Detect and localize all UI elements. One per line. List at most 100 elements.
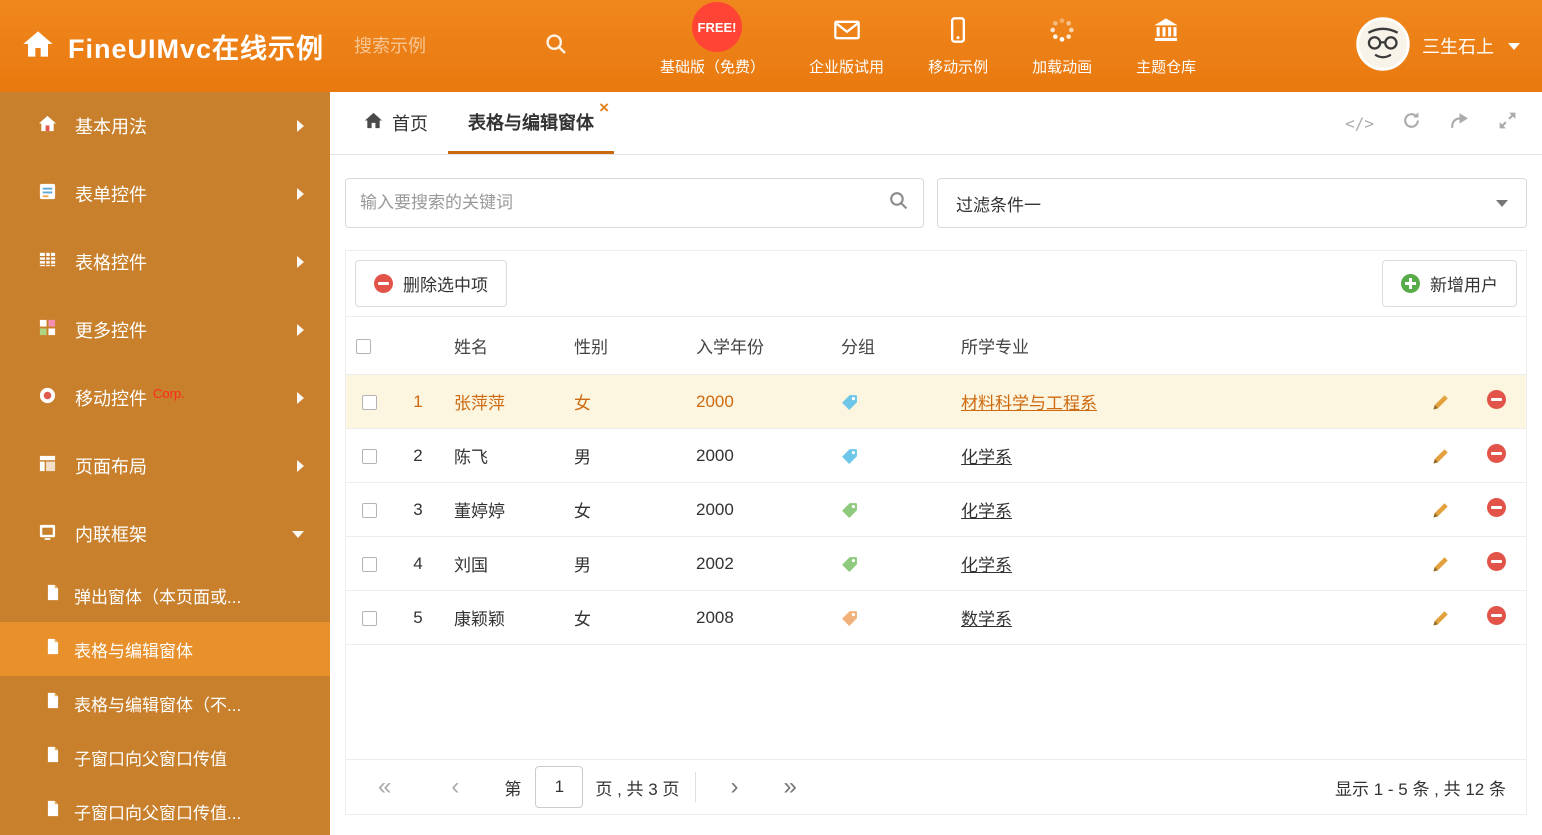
sidebar-subitem-grid-edit-window-2[interactable]: 表格与编辑窗体（不... <box>0 676 330 730</box>
table-row[interactable]: 5 康颖颖 女 2008 数学系 <box>346 590 1526 645</box>
chevron-right-icon <box>297 324 304 336</box>
tab-grid-edit-window[interactable]: 表格与编辑窗体 × <box>448 92 614 154</box>
delete-icon[interactable] <box>1486 551 1506 571</box>
row-number: 2 <box>392 428 444 483</box>
home-logo-icon[interactable] <box>22 28 54 65</box>
minus-circle-icon <box>374 274 393 293</box>
delete-selected-button[interactable]: 删除选中项 <box>355 260 507 307</box>
row-checkbox[interactable] <box>361 610 377 626</box>
tag-icon <box>842 502 857 518</box>
column-header-number <box>392 316 444 375</box>
header-search <box>354 32 568 61</box>
cell-gender: 女 <box>564 590 686 645</box>
target-icon <box>38 386 57 410</box>
filter-dropdown-value: 过滤条件一 <box>956 195 1041 215</box>
sidebar-item-mobile-controls[interactable]: 移动控件 Corp. <box>0 364 330 432</box>
search-icon[interactable] <box>544 32 568 61</box>
cell-name: 刘国 <box>444 536 564 591</box>
column-header-major: 所学专业 <box>951 316 1414 375</box>
next-page-icon[interactable]: › <box>730 775 738 799</box>
major-link[interactable]: 化学系 <box>961 556 1012 575</box>
tag-icon <box>842 448 857 464</box>
open-new-window-icon[interactable] <box>1449 110 1470 136</box>
sidebar-subitem-grid-edit-window[interactable]: 表格与编辑窗体 <box>0 622 330 676</box>
last-page-icon[interactable]: » <box>783 775 796 799</box>
sidebar-subitem-child-to-parent[interactable]: 子窗口向父窗口传值 <box>0 730 330 784</box>
sidebar-item-label: 表单控件 <box>75 185 147 205</box>
delete-icon[interactable] <box>1486 443 1506 463</box>
row-checkbox[interactable] <box>361 502 377 518</box>
nav-mobile-demo[interactable]: 移动示例 <box>928 16 988 77</box>
delete-icon[interactable] <box>1486 605 1506 625</box>
chevron-down-icon <box>1496 199 1508 207</box>
major-link[interactable]: 化学系 <box>961 448 1012 467</box>
major-link[interactable]: 材料科学与工程系 <box>961 394 1097 413</box>
blocks-icon <box>38 318 57 342</box>
table-row[interactable]: 4 刘国 男 2002 化学系 <box>346 536 1526 591</box>
sidebar-subitem-child-to-parent-2[interactable]: 子窗口向父窗口传值... <box>0 784 330 835</box>
sidebar-item-form-controls[interactable]: 表单控件 <box>0 160 330 228</box>
row-checkbox[interactable] <box>361 394 377 410</box>
sidebar-item-more-controls[interactable]: 更多控件 <box>0 296 330 364</box>
sidebar-item-page-layout[interactable]: 页面布局 <box>0 432 330 500</box>
tab-home[interactable]: 首页 <box>344 92 448 154</box>
tab-label: 首页 <box>392 114 428 134</box>
table-row[interactable]: 1 张萍萍 女 2000 材料科学与工程系 <box>346 374 1526 429</box>
major-link[interactable]: 数学系 <box>961 610 1012 629</box>
edit-icon[interactable] <box>1432 610 1449 627</box>
row-checkbox[interactable] <box>361 448 377 464</box>
nav-enterprise-trial[interactable]: 企业版试用 <box>809 16 884 77</box>
edit-icon[interactable] <box>1432 556 1449 573</box>
search-icon[interactable] <box>888 190 909 216</box>
cell-group <box>831 482 951 537</box>
cell-group <box>831 590 951 645</box>
edit-icon[interactable] <box>1432 394 1449 411</box>
source-code-icon[interactable]: </> <box>1345 114 1374 133</box>
chevron-right-icon <box>297 392 304 404</box>
select-all-checkbox[interactable] <box>356 338 371 354</box>
cell-gender: 男 <box>564 428 686 483</box>
house-icon <box>38 114 57 138</box>
first-page-icon[interactable]: « <box>378 775 391 799</box>
delete-icon[interactable] <box>1486 497 1506 517</box>
row-number: 1 <box>392 374 444 429</box>
table-row[interactable]: 3 董婷婷 女 2000 化学系 <box>346 482 1526 537</box>
page-label-before: 第 <box>504 779 522 799</box>
refresh-icon[interactable] <box>1401 110 1422 136</box>
prev-page-icon[interactable]: ‹ <box>451 775 459 799</box>
filter-dropdown[interactable]: 过滤条件一 <box>937 178 1527 228</box>
sidebar-item-grid-controls[interactable]: 表格控件 <box>0 228 330 296</box>
add-user-button[interactable]: 新增用户 <box>1382 260 1517 307</box>
page-number-input[interactable] <box>535 766 584 808</box>
edit-icon[interactable] <box>1432 448 1449 465</box>
tab-bar: 首页 表格与编辑窗体 × </> <box>330 92 1542 155</box>
spinner-icon <box>1048 16 1076 48</box>
tag-icon <box>842 556 857 572</box>
user-menu[interactable]: 三生石上 <box>1356 16 1520 76</box>
sidebar-item-iframe[interactable]: 内联框架 <box>0 500 330 568</box>
sidebar-subitem-popup-window[interactable]: 弹出窗体（本页面或... <box>0 568 330 622</box>
cell-group <box>831 428 951 483</box>
row-checkbox[interactable] <box>361 556 377 572</box>
free-badge: FREE! <box>692 2 742 52</box>
keyword-search-box <box>345 178 924 228</box>
fullscreen-icon[interactable] <box>1497 110 1518 136</box>
button-label: 新增用户 <box>1430 276 1498 295</box>
plus-circle-icon <box>1401 274 1420 293</box>
cell-name: 康颖颖 <box>444 590 564 645</box>
keyword-search-input[interactable] <box>360 193 888 213</box>
button-label: 删除选中项 <box>403 276 488 295</box>
sidebar-item-basic-usage[interactable]: 基本用法 <box>0 92 330 160</box>
sidebar-item-label: 页面布局 <box>75 457 147 477</box>
header-search-input[interactable] <box>354 35 505 57</box>
table-row[interactable]: 2 陈飞 男 2000 化学系 <box>346 428 1526 483</box>
major-link[interactable]: 化学系 <box>961 502 1012 521</box>
nav-loading-animation[interactable]: 加载动画 <box>1032 16 1092 77</box>
close-icon[interactable]: × <box>599 99 609 116</box>
chevron-right-icon <box>297 188 304 200</box>
nav-theme-repo[interactable]: 主题仓库 <box>1136 16 1196 77</box>
sidebar-item-label: 内联框架 <box>75 525 147 545</box>
edit-icon[interactable] <box>1432 502 1449 519</box>
pagination-bar: « ‹ 第 页 , 共 3 页 › » 显示 1 - 5 条 , 共 12 条 <box>346 759 1526 814</box>
delete-icon[interactable] <box>1486 389 1506 409</box>
